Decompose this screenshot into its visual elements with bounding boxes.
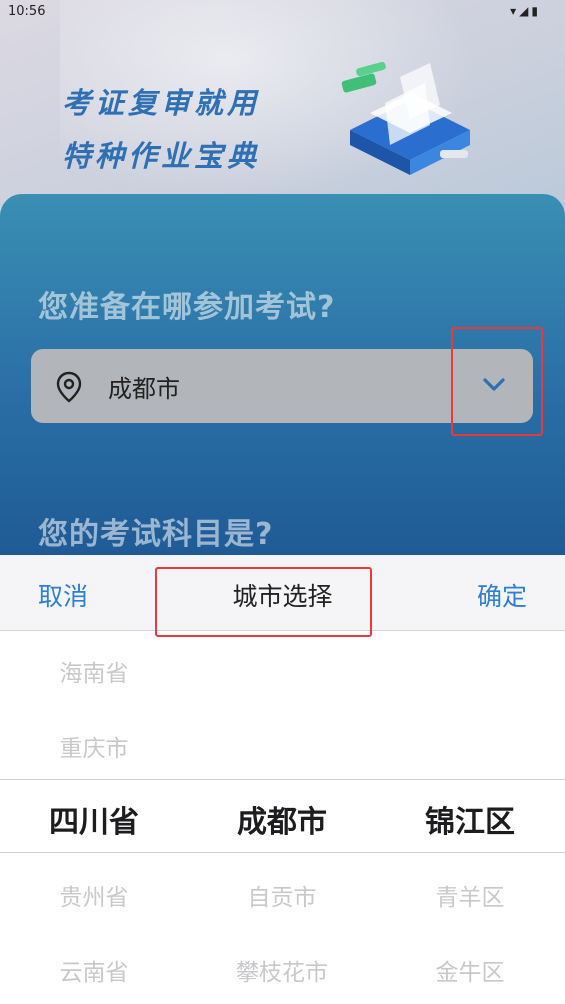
- exam-location-question: 您准备在哪参加考试?: [38, 290, 336, 325]
- confirm-button[interactable]: 确定: [477, 577, 527, 613]
- province-option[interactable]: 海南省: [0, 654, 188, 688]
- city-picker-sheet: 取消 城市选择 确定 海南省 重庆市 四川省 贵州省 云南省 成都市 自贡市 攀…: [0, 555, 565, 1004]
- city-option[interactable]: 攀枝花市: [188, 953, 376, 987]
- city-option[interactable]: 自贡市: [188, 878, 376, 912]
- wifi-icon: ▾: [510, 4, 520, 18]
- district-option-selected[interactable]: 锦江区: [376, 797, 564, 841]
- province-option[interactable]: 云南省: [0, 953, 188, 987]
- district-wheel[interactable]: 锦江区 青羊区 金牛区: [376, 630, 564, 1004]
- exam-subject-question: 您的考试科目是?: [38, 517, 274, 552]
- status-time: 10:56: [8, 4, 46, 19]
- battery-icon: ▮: [531, 4, 541, 18]
- status-icons: ▾◢▮: [510, 4, 541, 18]
- location-pin-icon: [56, 371, 82, 403]
- district-option[interactable]: 金牛区: [376, 953, 564, 987]
- province-wheel[interactable]: 海南省 重庆市 四川省 贵州省 云南省: [0, 630, 188, 1004]
- title-highlight-box: [155, 567, 372, 637]
- province-option-selected[interactable]: 四川省: [0, 797, 188, 841]
- book-stack-illustration: [341, 61, 470, 175]
- status-bar: 10:56 ▾◢▮: [0, 0, 565, 24]
- signal-icon: ◢: [519, 4, 532, 18]
- exam-setup-card: 您准备在哪参加考试? 成都市 您的考试科目是?: [0, 194, 565, 560]
- city-option-selected[interactable]: 成都市: [188, 797, 376, 841]
- district-option[interactable]: 青羊区: [376, 878, 564, 912]
- picker-header: 取消 城市选择 确定: [0, 555, 565, 637]
- selected-city-value: 成都市: [108, 375, 180, 403]
- dropdown-highlight-box: [451, 327, 543, 436]
- picker-wheels: 海南省 重庆市 四川省 贵州省 云南省 成都市 自贡市 攀枝花市 锦江区 青羊区…: [0, 630, 565, 1004]
- banner-slogan-line1: 考证复审就用: [62, 86, 261, 120]
- province-option[interactable]: 贵州省: [0, 878, 188, 912]
- city-wheel[interactable]: 成都市 自贡市 攀枝花市: [188, 630, 376, 1004]
- province-option[interactable]: 重庆市: [0, 729, 188, 763]
- banner-slogan-line2: 特种作业宝典: [62, 139, 261, 173]
